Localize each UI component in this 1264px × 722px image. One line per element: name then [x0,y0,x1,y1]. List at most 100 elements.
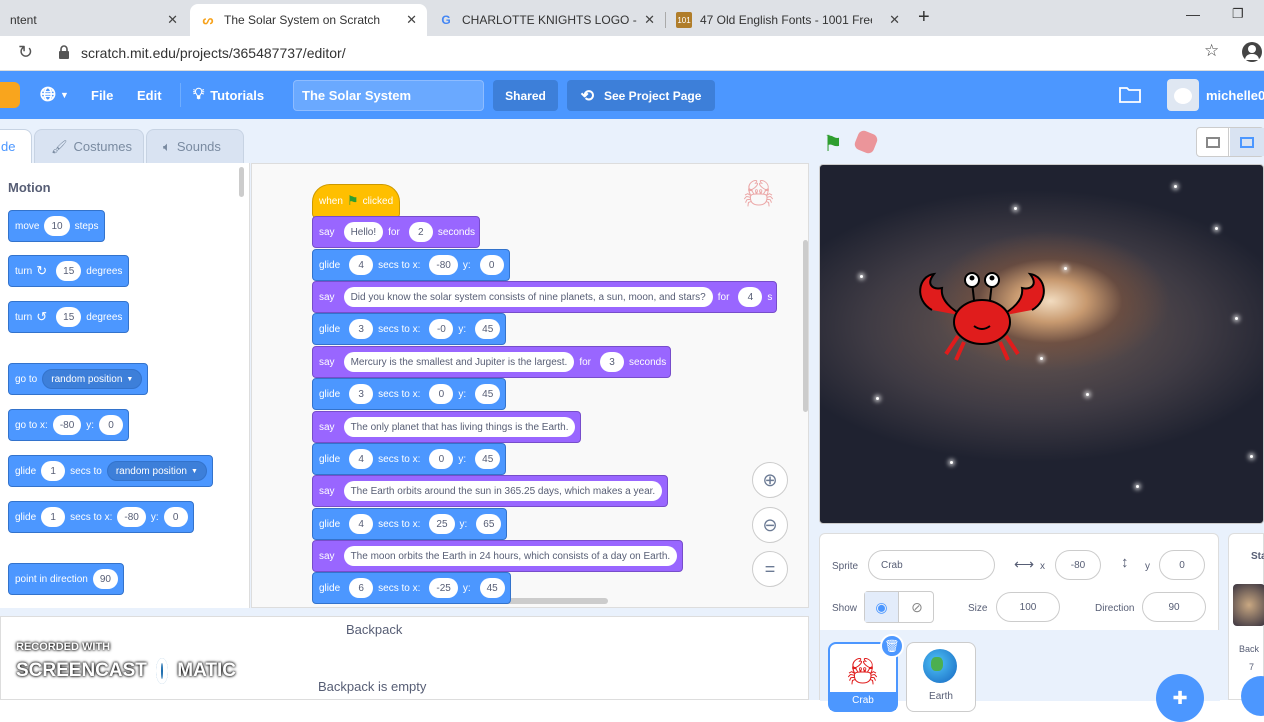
y-input[interactable]: 0 [163,507,188,527]
close-icon[interactable]: ✕ [644,12,655,28]
block-glide-to-xy[interactable]: glide 4 secs to x: -80 y: 0 [312,249,510,281]
x-input[interactable]: 0 [429,384,454,404]
direction-input[interactable]: 90 [1142,592,1206,622]
number-input[interactable]: 6 [349,578,374,598]
block-turn-right[interactable]: turn ↻ 15 degrees [8,255,130,287]
bookmark-star-icon[interactable]: ☆ [1204,41,1219,61]
see-project-page-button[interactable]: ⟲ See Project Page [567,80,715,111]
stage-canvas[interactable] [819,164,1264,524]
browser-tab-active[interactable]: ᔕ The Solar System on Scratch ✕ [190,4,427,36]
zoom-reset-button[interactable]: = [752,551,788,587]
file-menu[interactable]: File [91,71,113,119]
block-say[interactable]: say Did you know the solar system consist… [312,281,778,313]
block-go-to[interactable]: go to random position ▼ [8,363,149,395]
browser-tab[interactable]: G CHARLOTTE KNIGHTS LOGO - Go ✕ [428,4,665,36]
block-turn-left[interactable]: turn ↺ 15 degrees [8,301,130,333]
block-glide-to-xy[interactable]: glide 4 secs to x: 25 y: 65 [312,508,508,540]
small-stage-button[interactable] [1197,128,1229,156]
trash-icon[interactable]: 🗑︎ [880,634,904,658]
sprite-thumb-earth[interactable]: Earth [906,642,976,712]
say-text-input[interactable]: Mercury is the smallest and Jupiter is t… [343,352,575,372]
lock-icon[interactable] [58,45,72,60]
close-icon[interactable]: ✕ [889,12,900,28]
zoom-in-button[interactable]: ⊕ [752,462,788,498]
stage-target-panel[interactable]: Sta Back 7 [1228,533,1264,716]
x-input[interactable]: -80 [117,507,146,527]
block-glide-to[interactable]: glide 1 secs to random position ▼ [8,455,213,487]
browser-tab[interactable]: ntent ✕ [0,4,188,36]
block-say[interactable]: say The Earth orbits around the sun in 36… [312,475,669,507]
secs-input[interactable]: 1 [41,461,66,481]
edit-menu[interactable]: Edit [137,71,162,119]
project-title-input[interactable]: The Solar System [293,80,484,111]
language-menu[interactable]: 🌐︎ ▼ [40,71,69,119]
username-label[interactable]: michelle06 [1206,71,1264,119]
steps-input[interactable]: 10 [44,216,70,236]
block-go-to-xy[interactable]: go to x: -80 y: 0 [8,409,130,441]
scratch-logo-icon[interactable] [0,82,20,108]
number-input[interactable]: 3 [349,319,374,339]
x-input[interactable]: -80 [1055,550,1101,580]
block-when-flag-clicked[interactable]: when ⚑ clicked [312,184,401,218]
large-stage-button[interactable] [1230,128,1264,156]
say-text-input[interactable]: The Earth orbits around the sun in 365.2… [343,481,663,501]
reload-icon[interactable]: ↻ [18,42,33,63]
x-input[interactable]: -80 [52,415,82,435]
sprite-thumb-crab[interactable]: 🦀︎ Crab 🗑︎ [828,634,904,712]
number-input[interactable]: 2 [408,222,433,242]
stop-button[interactable] [852,128,880,156]
x-input[interactable]: -25 [429,578,458,598]
x-input[interactable]: -80 [429,255,458,275]
script-area[interactable]: 🦀︎ when ⚑ clicked say Hello! for 2 seconds gl… [251,163,809,608]
y-input[interactable]: 45 [475,449,501,469]
show-eye-icon[interactable]: ◉ [865,592,899,622]
block-glide-to-xy[interactable]: glide 6 secs to x: -25 y: 45 [312,572,511,604]
restore-icon[interactable]: ❐ [1232,6,1244,22]
say-text-input[interactable]: The moon orbits the Earth in 24 hours, w… [343,546,678,566]
shared-button[interactable]: Shared [493,80,558,111]
script-vertical-scrollbar[interactable] [803,240,808,412]
browser-tab[interactable]: 101 47 Old English Fonts - 1001 Free ✕ [666,4,910,36]
backdrop-thumbnail[interactable] [1233,584,1264,626]
close-icon[interactable]: ✕ [167,12,178,28]
green-flag-button[interactable]: ⚑ [823,131,843,157]
crab-sprite[interactable] [912,270,1052,366]
block-say[interactable]: say Hello! for 2 seconds [312,216,481,248]
block-point-direction[interactable]: point in direction 90 [8,563,124,595]
palette-scrollbar[interactable] [239,167,244,197]
block-say[interactable]: say The moon orbits the Earth in 24 hours… [312,540,684,572]
number-input[interactable]: 3 [600,352,624,372]
number-input[interactable]: 4 [349,255,374,275]
say-text-input[interactable]: The only planet that has living things i… [343,417,576,437]
degrees-input[interactable]: 15 [56,261,82,281]
tab-sounds[interactable]: 🔈︎ Sounds [146,129,244,163]
block-glide-to-xy[interactable]: glide 1 secs to x: -80 y: 0 [8,501,194,533]
number-input[interactable]: 4 [738,287,763,307]
target-dropdown[interactable]: random position ▼ [106,461,207,481]
tutorials-button[interactable]: 💡︎ Tutorials [193,71,264,119]
y-input[interactable]: 0 [479,255,504,275]
x-input[interactable]: 0 [429,449,454,469]
y-input[interactable]: 65 [476,514,502,534]
tab-code[interactable]: de [0,129,32,163]
my-stuff-folder-icon[interactable] [1119,85,1141,106]
hide-eye-icon[interactable]: ⊘ [900,592,934,622]
new-tab-icon[interactable]: + [918,6,930,29]
block-say[interactable]: say The only planet that has living thing… [312,411,582,443]
block-move-steps[interactable]: move 10 steps [8,210,106,242]
url-text[interactable]: scratch.mit.edu/projects/365487737/edito… [81,45,346,61]
x-input[interactable]: -0 [429,319,454,339]
number-input[interactable]: 4 [349,449,374,469]
number-input[interactable]: 3 [349,384,374,404]
direction-input[interactable]: 90 [92,569,118,589]
profile-icon[interactable] [1242,42,1262,62]
say-text-input[interactable]: Did you know the solar system consists o… [343,287,713,307]
y-input[interactable]: 45 [475,319,501,339]
secs-input[interactable]: 1 [41,507,66,527]
x-input[interactable]: 25 [429,514,455,534]
zoom-out-button[interactable]: ⊖ [752,507,788,543]
block-say[interactable]: say Mercury is the smallest and Jupiter i… [312,346,672,378]
block-glide-to-xy[interactable]: glide 3 secs to x: 0 y: 45 [312,378,507,410]
tab-costumes[interactable]: 🖌︎ Costumes [34,129,144,163]
y-input[interactable]: 0 [99,415,124,435]
